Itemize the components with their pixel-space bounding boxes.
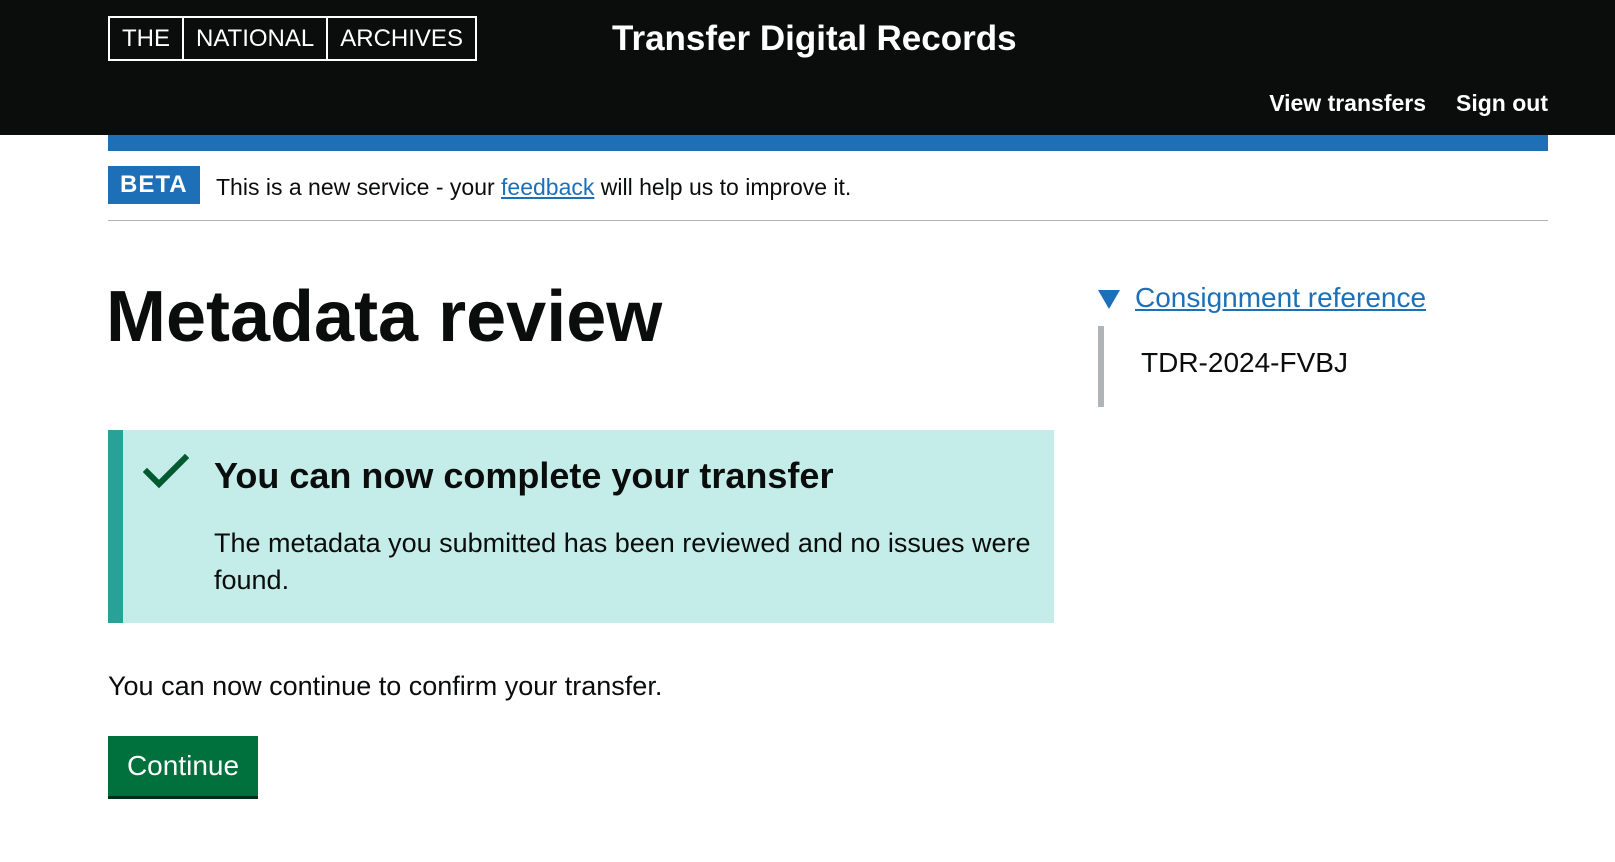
logo-word-the: THE [110,18,184,59]
logo-word-archives: ARCHIVES [340,25,463,52]
national-archives-logo[interactable]: THE NATIONAL ARCHIVES [108,16,477,61]
view-transfers-link[interactable]: View transfers [1269,90,1426,117]
details-summary[interactable]: Consignment reference [1098,280,1426,316]
site-header: THE NATIONAL ARCHIVES Transfer Digital R… [0,0,1615,135]
consignment-reference-details: Consignment reference TDR-2024-FVBJ [1098,280,1426,407]
continue-instruction: You can now continue to confirm your tra… [108,671,663,701]
notification-body: The metadata you submitted has been revi… [214,528,1031,595]
details-body: TDR-2024-FVBJ [1098,326,1498,407]
header-accent-bar [108,135,1548,151]
phase-text-after: will help us to improve it. [594,174,852,200]
logo-word-national: NATIONAL [184,18,329,59]
notification-heading: You can now complete your transfer [214,455,834,496]
sign-out-link[interactable]: Sign out [1456,90,1548,117]
page-title: Metadata review [106,277,663,357]
triangle-down-icon [1098,289,1120,309]
service-name-link[interactable]: Transfer Digital Records [612,18,1017,60]
feedback-link[interactable]: feedback [501,174,594,200]
phase-text-before: This is a new service - your [216,174,502,200]
beta-tag: BETA [108,166,200,204]
check-icon [143,453,189,489]
phase-banner-text: This is a new service - your feedback wi… [216,173,851,201]
continue-button[interactable]: Continue [108,736,258,796]
phase-banner: BETA This is a new service - your feedba… [108,151,1548,221]
details-summary-text[interactable]: Consignment reference [1135,280,1426,316]
consignment-reference-value: TDR-2024-FVBJ [1141,347,1348,378]
success-notification: You can now complete your transfer The m… [108,430,1054,623]
header-navigation: View transfers Sign out [1269,90,1548,117]
